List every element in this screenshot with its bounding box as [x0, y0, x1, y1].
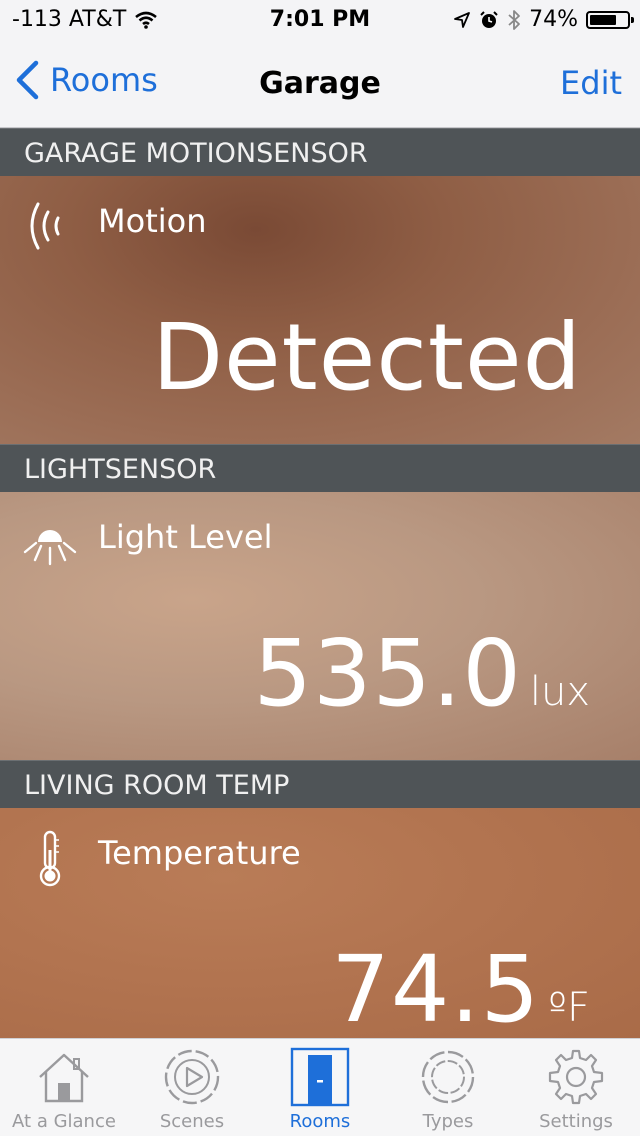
- thermometer-icon: [39, 830, 61, 887]
- tab-label-rooms: Rooms: [289, 1111, 351, 1132]
- sensor-label-motion: Motion: [98, 202, 207, 240]
- play-circle-icon: [164, 1049, 220, 1105]
- page-title: Garage: [259, 66, 381, 101]
- sensor-tile-light[interactable]: Light Level 535.0 lux: [0, 492, 640, 760]
- battery-fill: [590, 14, 616, 25]
- sensor-label-temperature: Temperature: [98, 834, 301, 872]
- segmented-circle-icon: [421, 1050, 475, 1104]
- sensor-unit-temperature: ºF: [548, 985, 590, 1031]
- gear-icon: [548, 1049, 604, 1105]
- sensor-tile-motion[interactable]: Motion Detected: [0, 176, 640, 444]
- location-arrow-icon: [454, 11, 470, 28]
- tab-label-types: Types: [422, 1111, 474, 1132]
- alarm-icon: [480, 10, 498, 28]
- status-bar: -113 AT&T 7:01 PM 74%: [0, 0, 640, 40]
- battery-percent-text: 74%: [529, 7, 578, 32]
- sensor-value-motion: Detected: [152, 304, 590, 411]
- door-icon: [290, 1047, 350, 1107]
- sensor-value-temperature: 74.5 ºF: [331, 936, 590, 1038]
- light-bulb-icon: [23, 530, 77, 566]
- battery-cap: [631, 16, 634, 23]
- navigation-bar: Rooms Garage Edit: [0, 40, 640, 128]
- section-header-light: LIGHTSENSOR: [0, 444, 640, 492]
- sensor-tile-temperature[interactable]: Temperature 74.5 ºF: [0, 808, 640, 1038]
- tab-scenes[interactable]: Scenes: [128, 1039, 256, 1136]
- tab-label-scenes: Scenes: [159, 1111, 225, 1132]
- tab-bar: At a Glance Scenes Rooms Types Settings: [0, 1038, 640, 1136]
- sensor-label-light: Light Level: [98, 518, 273, 556]
- sensor-value-temperature-text: 74.5: [331, 936, 541, 1038]
- sensor-unit-light: lux: [529, 669, 590, 715]
- tab-at-a-glance[interactable]: At a Glance: [0, 1039, 128, 1136]
- section-header-temperature: LIVING ROOM TEMP: [0, 760, 640, 808]
- tab-types[interactable]: Types: [384, 1039, 512, 1136]
- sensor-value-light-text: 535.0: [253, 620, 522, 727]
- sensor-value-light: 535.0 lux: [253, 620, 590, 727]
- bluetooth-icon: [508, 9, 520, 30]
- tab-rooms[interactable]: Rooms: [256, 1039, 384, 1136]
- tab-label-at-a-glance: At a Glance: [12, 1111, 116, 1132]
- battery-icon: [586, 10, 634, 29]
- house-icon: [39, 1053, 89, 1103]
- edit-button[interactable]: Edit: [560, 64, 622, 102]
- motion-waves-icon: [30, 202, 60, 250]
- tab-settings[interactable]: Settings: [512, 1039, 640, 1136]
- section-header-motion: GARAGE MOTIONSENSOR: [0, 128, 640, 176]
- tab-label-settings: Settings: [539, 1111, 613, 1132]
- sensor-value-motion-text: Detected: [152, 304, 582, 411]
- status-right: 74%: [453, 7, 634, 32]
